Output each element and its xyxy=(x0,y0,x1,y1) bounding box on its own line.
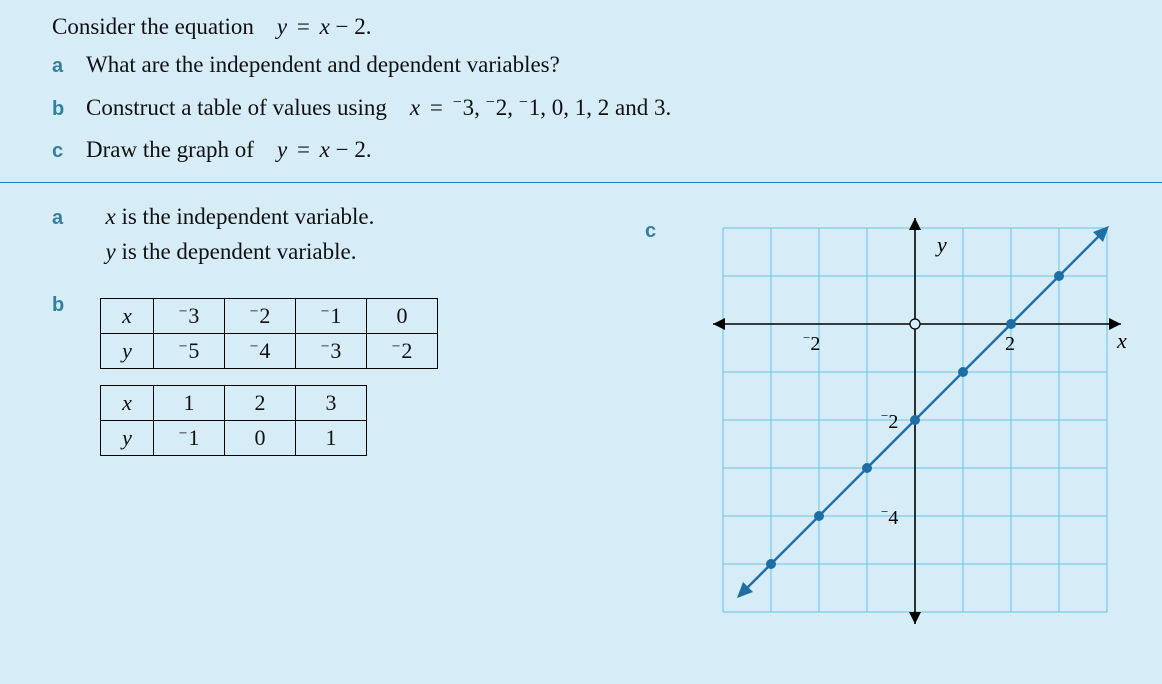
answer-a-line1: x is the independent variable. xyxy=(106,204,375,229)
table-header-x: x xyxy=(101,298,154,333)
answer-label-a: a xyxy=(52,207,100,230)
part-label-b: b xyxy=(52,98,86,121)
part-c-lhs: y xyxy=(277,137,287,162)
table-cell: 1 xyxy=(296,420,367,455)
table-cell: 3 xyxy=(296,385,367,420)
question-part-a: a What are the independent and dependent… xyxy=(52,48,1122,83)
intro-eq-rhs-rest: − 2. xyxy=(336,14,372,39)
question-part-c: c Draw the graph of y = x − 2. xyxy=(52,133,1122,168)
part-c-text: Draw the graph of y = x − 2. xyxy=(86,133,372,168)
answer-b: b x −3 −2 −1 0 y −5 xyxy=(52,294,612,472)
part-c-pre: Draw the graph of xyxy=(86,137,254,162)
equals-sign: = xyxy=(293,137,314,162)
table-header-x: x xyxy=(101,385,154,420)
table-row: y −5 −4 −3 −2 xyxy=(101,333,438,368)
table-cell: −4 xyxy=(225,333,296,368)
part-label-c: c xyxy=(52,140,86,163)
part-b-eq: = xyxy=(426,95,447,120)
answer-label-b: b xyxy=(52,294,100,472)
table-cell: −2 xyxy=(225,298,296,333)
x-axis-label: x xyxy=(1116,328,1127,353)
plot-line xyxy=(737,226,1109,598)
table-cell: −3 xyxy=(296,333,367,368)
question-part-b: b Construct a table of values using x = … xyxy=(52,91,1122,126)
answer-label-c: c xyxy=(645,220,656,243)
table-cell: −1 xyxy=(296,298,367,333)
part-c-rhs-var: x xyxy=(320,137,330,162)
answer-a-line2: y is the dependent variable. xyxy=(106,239,357,264)
answer-a-var1: x xyxy=(106,204,116,229)
y-axis-label: y xyxy=(935,232,947,257)
intro-eq-rhs-var: x xyxy=(320,14,330,39)
origin-marker xyxy=(910,319,920,329)
answer-a-rest1: is the independent variable. xyxy=(116,204,375,229)
part-label-a: a xyxy=(52,55,86,78)
part-b-pre: Construct a table of values using xyxy=(86,95,387,120)
ytick-neg2: −2 xyxy=(881,408,898,433)
answer-a-rest2: is the dependent variable. xyxy=(116,239,357,264)
part-a-text: What are the independent and dependent v… xyxy=(86,48,560,83)
part-b-text: Construct a table of values using x = −3… xyxy=(86,91,671,126)
answer-c-graph: c xyxy=(705,214,1135,654)
part-b-vals: −3, −2, −1, 0, 1, 2 and 3. xyxy=(453,95,672,120)
table-header-y: y xyxy=(101,420,154,455)
table-row: x −3 −2 −1 0 xyxy=(101,298,438,333)
section-divider xyxy=(0,182,1162,183)
graph-svg: y x −2 2 −2 −4 xyxy=(705,214,1135,654)
intro-text: Consider the equation xyxy=(52,14,254,39)
table-header-y: y xyxy=(101,333,154,368)
answer-a: a x is the independent variable. y is th… xyxy=(52,199,612,270)
question-intro: Consider the equation y = x − 2. xyxy=(52,14,1122,40)
table-row: y −1 0 1 xyxy=(101,420,367,455)
table-cell: 1 xyxy=(154,385,225,420)
table-cell: 0 xyxy=(367,298,438,333)
table-row: x 1 2 3 xyxy=(101,385,367,420)
table-cell: −3 xyxy=(154,298,225,333)
table-cell: −1 xyxy=(154,420,225,455)
table-cell: −5 xyxy=(154,333,225,368)
answer-a-var2: y xyxy=(106,239,116,264)
equals-sign: = xyxy=(293,14,314,39)
value-table-2: x 1 2 3 y −1 0 1 xyxy=(100,385,367,456)
table-cell: −2 xyxy=(367,333,438,368)
part-b-var: x xyxy=(410,95,420,120)
part-c-rhs-rest: − 2. xyxy=(336,137,372,162)
value-table-1: x −3 −2 −1 0 y −5 −4 −3 −2 xyxy=(100,298,438,369)
table-cell: 0 xyxy=(225,420,296,455)
intro-eq-lhs: y xyxy=(277,14,287,39)
question-block: Consider the equation y = x − 2. a What … xyxy=(0,0,1162,168)
xtick-pos2: 2 xyxy=(1005,333,1015,355)
table-cell: 2 xyxy=(225,385,296,420)
ytick-neg4: −4 xyxy=(881,504,898,529)
xtick-neg2: −2 xyxy=(803,330,820,355)
